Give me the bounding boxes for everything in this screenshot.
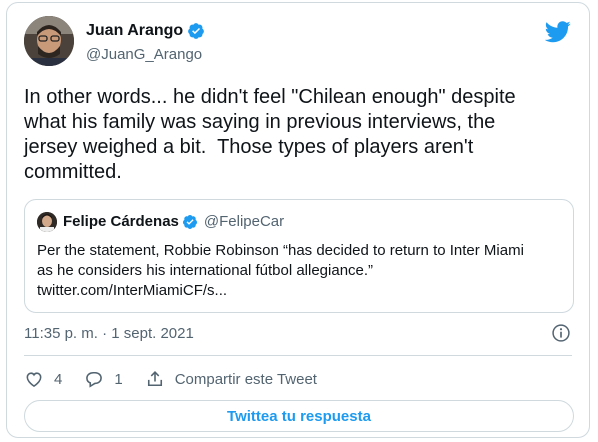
author-name[interactable]: Juan Arango — [86, 22, 183, 40]
info-icon[interactable] — [551, 323, 571, 343]
tweet-timestamp[interactable]: 11:35 p. m. · 1 sept. 2021 — [24, 325, 194, 342]
tweet-text: In other words... he didn't feel "Chilea… — [24, 86, 516, 183]
quoted-author-avatar — [37, 212, 57, 232]
reply-bubble-icon — [86, 371, 103, 388]
share-icon — [147, 371, 162, 387]
like-count: 4 — [54, 370, 63, 388]
action-bar: 4 1 Compartir este Tweet — [24, 369, 339, 389]
quoted-tweet[interactable]: Felipe Cárdenas @FelipeCar Per the state… — [24, 199, 574, 313]
share-action[interactable]: Compartir este Tweet — [145, 369, 317, 389]
heart-icon — [26, 372, 42, 388]
divider — [24, 355, 572, 356]
reply-action[interactable]: 1 — [84, 369, 123, 389]
quoted-tweet-text: Per the statement, Robbie Robinson “has … — [37, 242, 524, 299]
author-avatar[interactable] — [24, 16, 74, 66]
author-name-row: Juan Arango — [86, 22, 205, 40]
quoted-author-handle: @FelipeCar — [203, 213, 285, 230]
like-action[interactable]: 4 — [24, 369, 62, 389]
reply-count: 1 — [114, 370, 123, 388]
share-label: Compartir este Tweet — [174, 370, 317, 388]
verified-badge-icon — [182, 214, 197, 229]
verified-badge-icon — [188, 23, 205, 39]
twitter-bird-icon[interactable] — [545, 21, 571, 43]
author-handle[interactable]: @JuanG_Arango — [86, 46, 202, 63]
tweet-card: Juan Arango @JuanG_Arango In other words… — [6, 2, 590, 438]
reply-button[interactable]: Twittea tu respuesta — [24, 400, 574, 432]
quoted-author-name: Felipe Cárdenas — [63, 213, 179, 230]
quoted-header: Felipe Cárdenas @FelipeCar — [63, 213, 284, 230]
